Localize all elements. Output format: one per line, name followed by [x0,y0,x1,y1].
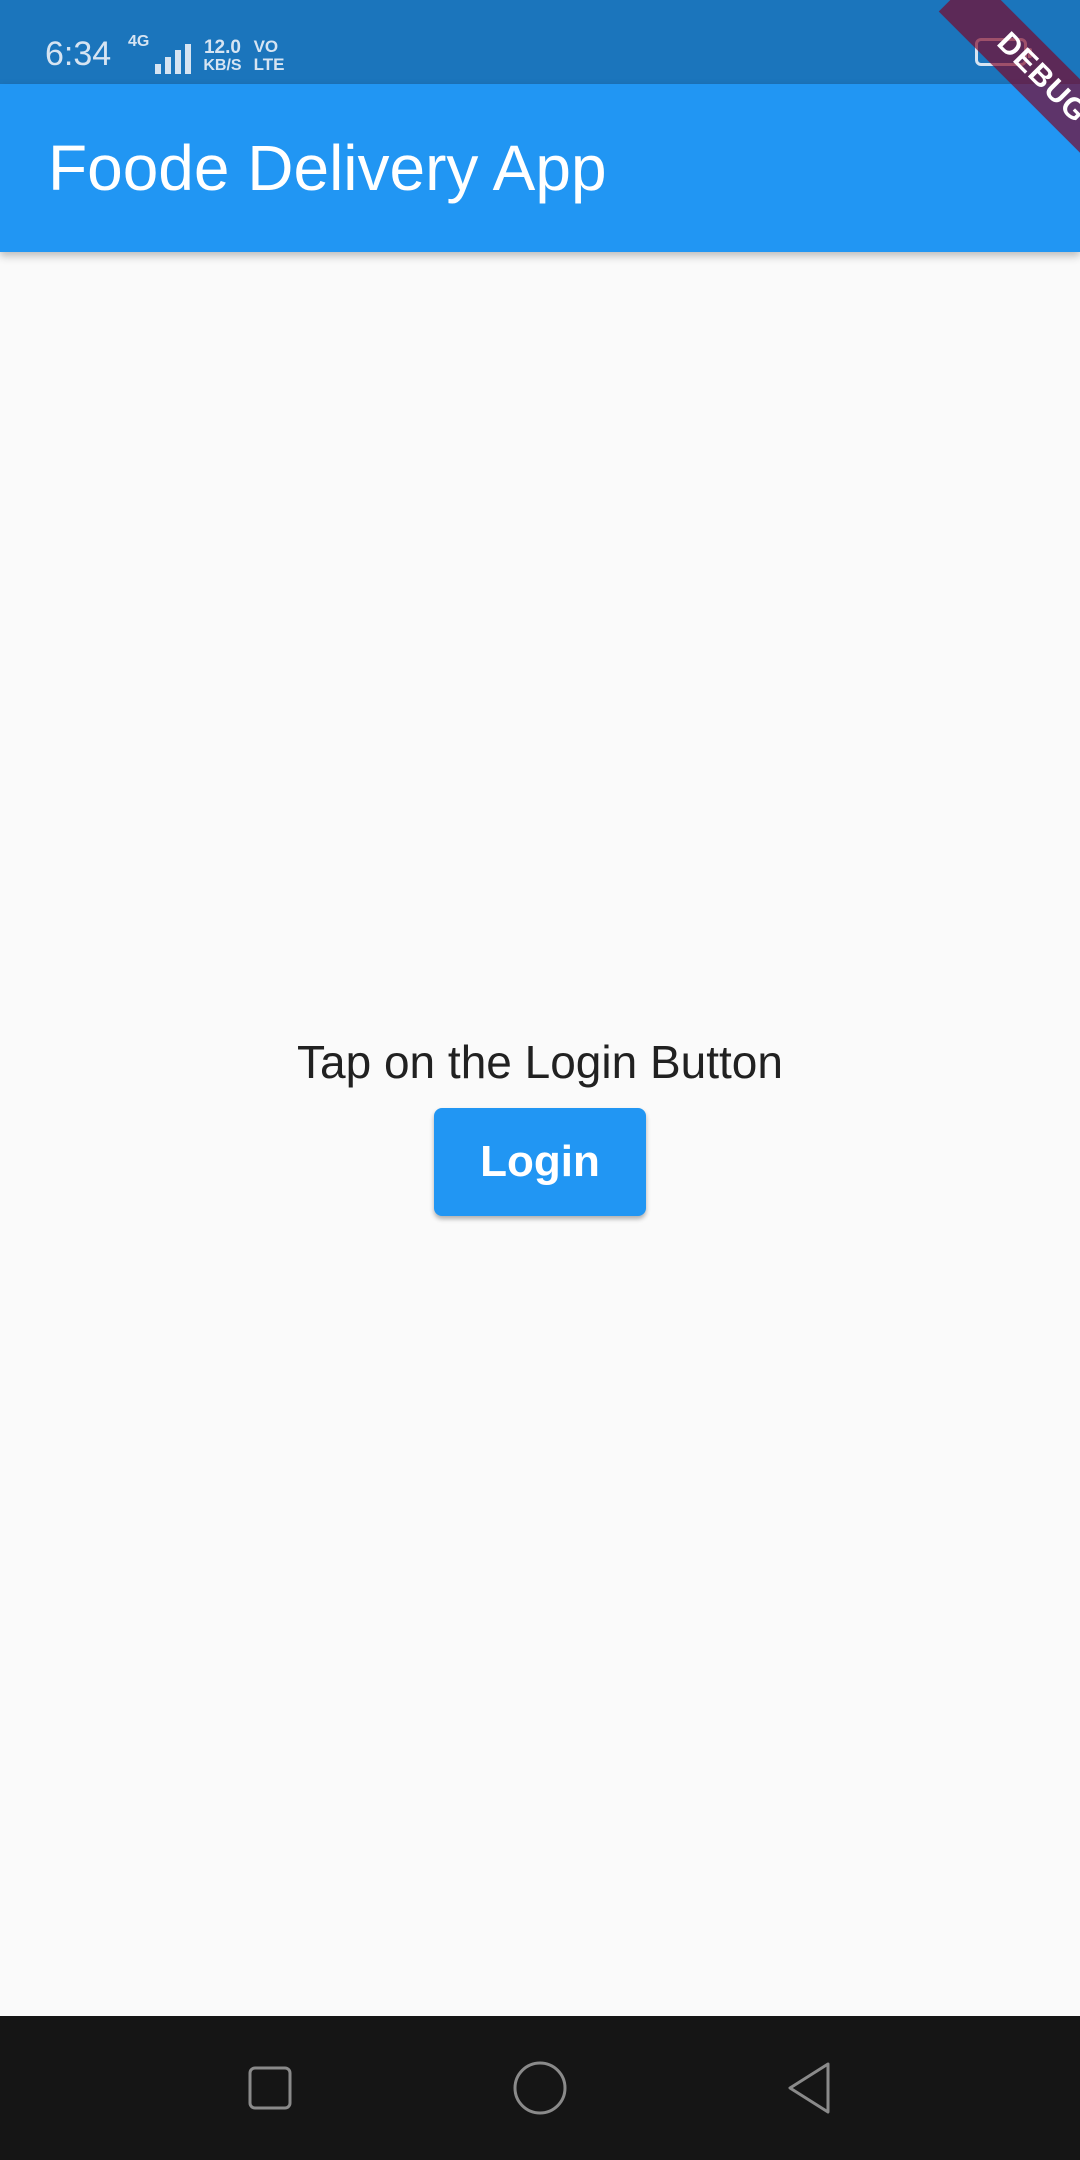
app-bar: Foode Delivery App [0,84,1080,252]
network-speed-value: 12.0 [203,37,241,58]
login-prompt-text: Tap on the Login Button [297,1036,783,1088]
signal-bars-icon [155,44,192,74]
login-button[interactable]: Login [434,1108,646,1216]
volte-indicator: VO LTE [254,38,285,74]
triangle-back-icon [788,2062,830,2114]
square-recents-icon [248,2066,292,2110]
circle-home-icon [513,2061,567,2115]
network-speed-unit: KB/S [203,57,242,74]
network-speed: 12.0 KB/S [203,38,241,74]
volte-bottom-label: LTE [253,55,285,74]
volte-top-label: VO [253,37,279,56]
network-type-label: 4G [128,33,150,50]
navigation-bar [0,2016,1080,2160]
app-title: Foode Delivery App [48,132,607,204]
status-time: 6:34 [45,35,112,73]
status-bar: 6:34 4G 12.0 KB/S VO LTE [0,0,1080,84]
recents-button[interactable] [234,2052,306,2124]
home-button[interactable] [504,2052,576,2124]
battery-icon [975,38,1032,66]
status-icons: 4G 12.0 KB/S VO LTE [128,34,284,74]
back-button[interactable] [774,2052,846,2124]
